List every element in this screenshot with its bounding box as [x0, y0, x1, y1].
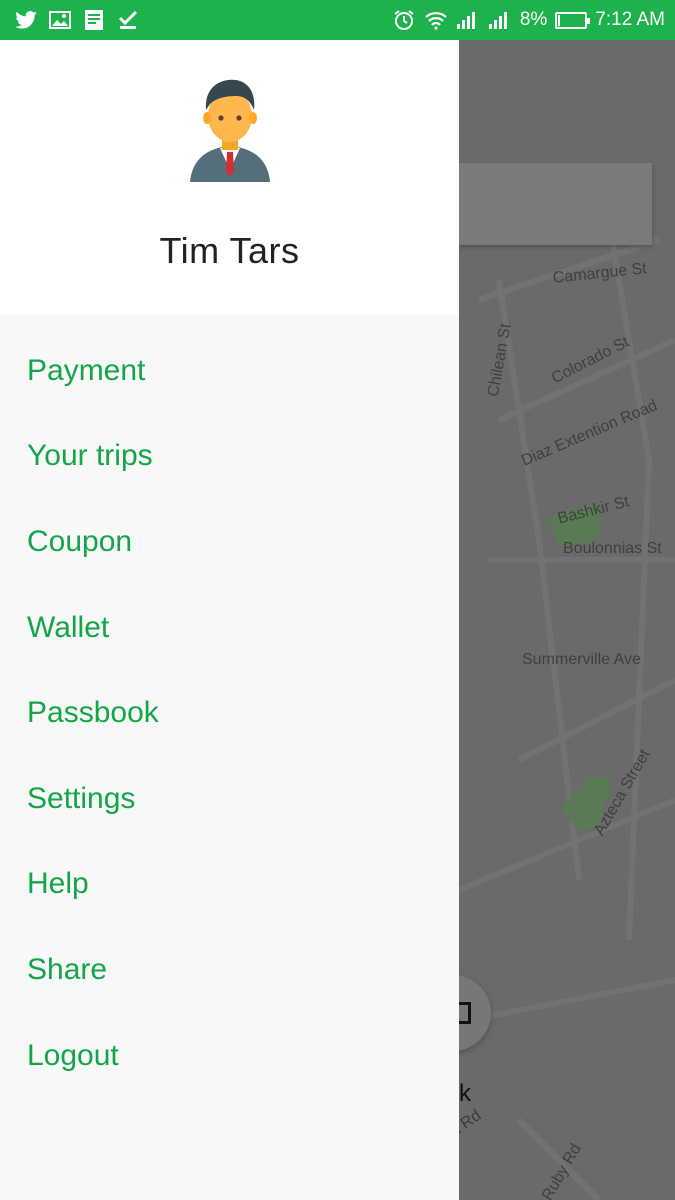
map-partial-label: k: [459, 1080, 471, 1107]
square-icon: [459, 1002, 471, 1024]
status-bar: 8% 7:12 AM: [0, 0, 675, 40]
wifi-icon: [424, 8, 448, 32]
status-bar-left: [14, 8, 140, 32]
user-avatar-icon: [190, 79, 270, 182]
signal-icon: [456, 8, 480, 32]
menu-item-your-trips[interactable]: Your trips: [0, 414, 459, 500]
checkmark-icon: [116, 8, 140, 32]
menu-item-coupon[interactable]: Coupon: [0, 499, 459, 585]
status-time: 7:12 AM: [595, 9, 665, 30]
battery-percent: 8%: [519, 9, 548, 30]
map-search-box[interactable]: [459, 163, 652, 245]
menu-item-logout[interactable]: Logout: [0, 1013, 459, 1099]
menu-item-payment[interactable]: Payment: [0, 328, 459, 414]
twitter-icon: [14, 8, 38, 32]
menu-item-settings[interactable]: Settings: [0, 756, 459, 842]
battery-icon: [555, 11, 591, 29]
map-view[interactable]: Camargue St Chilean St Colorado St Diaz …: [459, 40, 675, 1200]
drawer-menu: Payment Your trips Coupon Wallet Passbook Set…: [0, 328, 459, 1098]
status-bar-right: 8% 7:12 AM: [392, 8, 665, 32]
street-label-summerville: Summerville Ave: [522, 651, 641, 668]
signal-icon-2: [488, 8, 512, 32]
book-icon: [82, 8, 106, 32]
gallery-icon: [48, 8, 72, 32]
street-label-boulonnias: Boulonnias St: [563, 540, 662, 557]
avatar[interactable]: [186, 76, 274, 184]
menu-item-passbook[interactable]: Passbook: [0, 670, 459, 756]
alarm-icon: [392, 8, 416, 32]
menu-item-help[interactable]: Help: [0, 842, 459, 928]
menu-item-wallet[interactable]: Wallet: [0, 585, 459, 671]
menu-item-share[interactable]: Share: [0, 927, 459, 1013]
drawer-header: Tim Tars: [0, 40, 459, 314]
navigation-drawer: Tim Tars Payment Your trips Coupon Wallet Pa…: [0, 40, 459, 1200]
user-name: Tim Tars: [159, 230, 300, 271]
